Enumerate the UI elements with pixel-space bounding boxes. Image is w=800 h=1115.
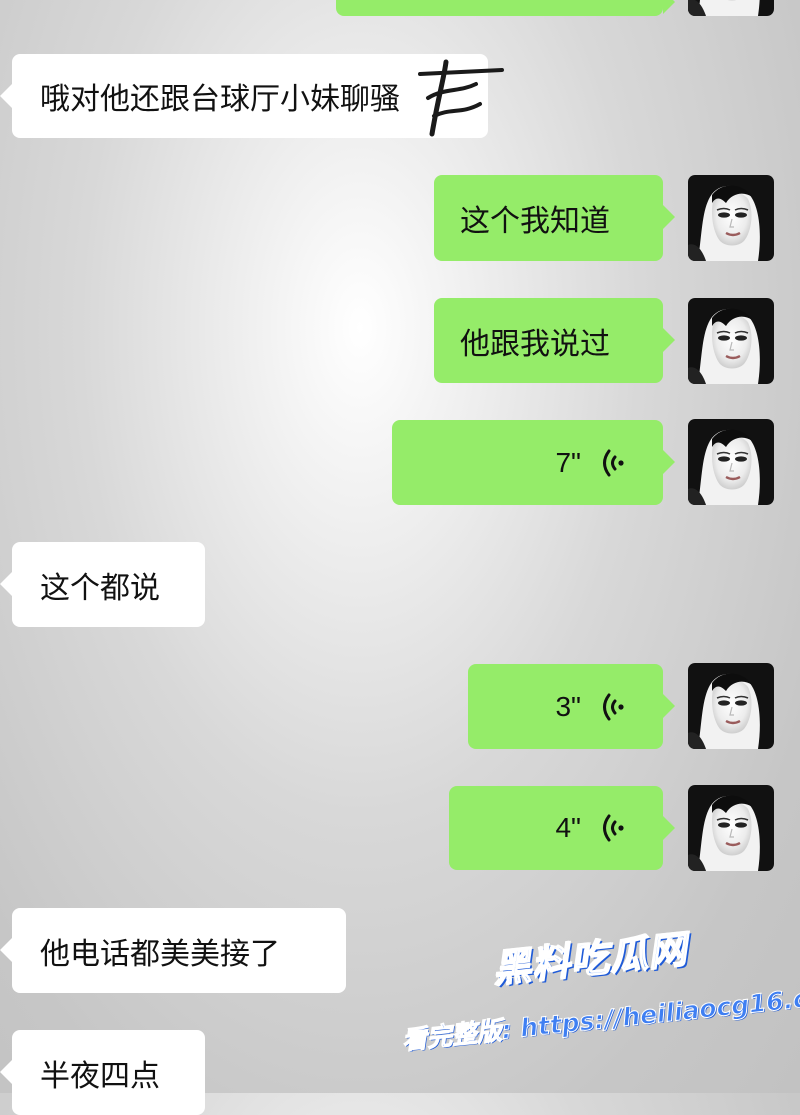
contact-avatar[interactable] [688, 298, 774, 384]
message-text: 这个我知道 [460, 204, 610, 239]
message-bubble-incoming[interactable]: 他电话都美美接了 [0, 908, 346, 993]
avatar-image [688, 298, 774, 384]
contact-avatar[interactable] [688, 0, 774, 16]
avatar-image [688, 419, 774, 505]
avatar-image [688, 175, 774, 261]
voice-wave-icon [603, 814, 624, 842]
message-text: 他跟我说过 [460, 326, 610, 362]
contact-avatar[interactable] [688, 785, 774, 871]
voice-duration: 4" [555, 812, 581, 843]
site-watermark: 黑料吃瓜网 看完整版: https://heiliaocg16.com [380, 902, 800, 1084]
message-bubble-incoming[interactable]: 半夜四点 [0, 1030, 205, 1115]
message-bubble-incoming[interactable]: 这个都说 [0, 542, 205, 627]
message-text: 哦对他还跟台球厅小妹聊骚 [40, 82, 400, 117]
scribble-mark [418, 59, 504, 137]
avatar-image [688, 0, 774, 16]
watermark-url: 看完整版: https://heiliaocg16.com [400, 979, 800, 1056]
contact-avatar[interactable] [688, 663, 774, 749]
voice-wave-icon [603, 693, 624, 720]
message-bubble-outgoing[interactable]: 他跟我说过 [434, 298, 675, 383]
voice-duration: 3" [555, 690, 581, 722]
message-text: 半夜四点 [40, 1058, 160, 1094]
message-bubble-outgoing[interactable]: 这个我知道 [434, 175, 675, 261]
watermark-title: 黑料吃瓜网 [490, 926, 690, 992]
voice-message-bubble[interactable]: 3" [468, 664, 675, 749]
contact-avatar[interactable] [688, 175, 774, 261]
message-bubble-outgoing[interactable] [336, 0, 675, 16]
voice-wave-icon [603, 449, 624, 476]
voice-duration: 7" [555, 446, 581, 478]
contact-avatar[interactable] [688, 419, 774, 505]
voice-message-bubble[interactable]: 7" [392, 420, 675, 505]
avatar-image [688, 663, 774, 749]
message-text: 这个都说 [40, 570, 160, 606]
voice-message-bubble[interactable]: 4" [449, 786, 675, 870]
message-text: 他电话都美美接了 [40, 936, 280, 972]
avatar-image [688, 785, 774, 871]
